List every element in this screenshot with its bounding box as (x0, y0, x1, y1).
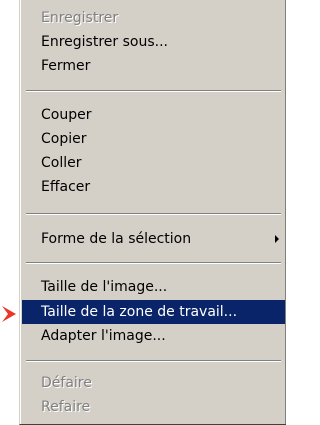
menu-separator (26, 262, 281, 264)
screenshot-stage: Enregistrer Enregistrer sous... Fermer C… (0, 0, 287, 425)
menu-item-label: Taille de l'image... (41, 279, 168, 295)
triangle-right-icon (275, 235, 279, 243)
menu-item-copier[interactable]: Copier (22, 127, 285, 151)
menu-item-label: Taille de la zone de travail... (41, 304, 238, 320)
menu-separator (26, 360, 281, 362)
menu-item-label: Défaire (41, 375, 92, 391)
menu-item-label: Couper (41, 107, 92, 123)
menu-item-refaire[interactable]: Refaire (22, 395, 285, 419)
menu-item-adapter-image[interactable]: Adapter l'image... (22, 324, 285, 348)
menu-item-taille-zone-travail[interactable]: Taille de la zone de travail... (22, 300, 285, 324)
menu-item-fermer[interactable]: Fermer (22, 54, 285, 78)
context-menu: Enregistrer Enregistrer sous... Fermer C… (19, 0, 286, 425)
menu-item-defaire[interactable]: Défaire (22, 371, 285, 395)
menu-item-label: Enregistrer (41, 10, 119, 26)
menu-item-taille-image[interactable]: Taille de l'image... (22, 275, 285, 299)
red-arrow-pointer-icon (2, 306, 16, 322)
menu-item-couper[interactable]: Couper (22, 103, 285, 127)
menu-item-forme-selection[interactable]: Forme de la sélection (22, 227, 285, 251)
menu-item-coller[interactable]: Coller (22, 151, 285, 175)
menu-separator (26, 213, 281, 215)
menu-item-label: Enregistrer sous... (41, 34, 168, 50)
menu-item-label: Refaire (41, 399, 91, 415)
menu-item-label: Copier (41, 131, 87, 147)
menu-item-label: Fermer (41, 58, 91, 74)
menu-item-effacer[interactable]: Effacer (22, 175, 285, 199)
menu-item-enregistrer-sous[interactable]: Enregistrer sous... (22, 30, 285, 54)
menu-item-enregistrer[interactable]: Enregistrer (22, 6, 285, 30)
menu-item-label: Effacer (41, 179, 91, 195)
menu-separator (26, 90, 281, 92)
menu-item-label: Forme de la sélection (41, 231, 192, 247)
menu-item-label: Adapter l'image... (41, 328, 166, 344)
menu-item-label: Coller (41, 155, 82, 171)
